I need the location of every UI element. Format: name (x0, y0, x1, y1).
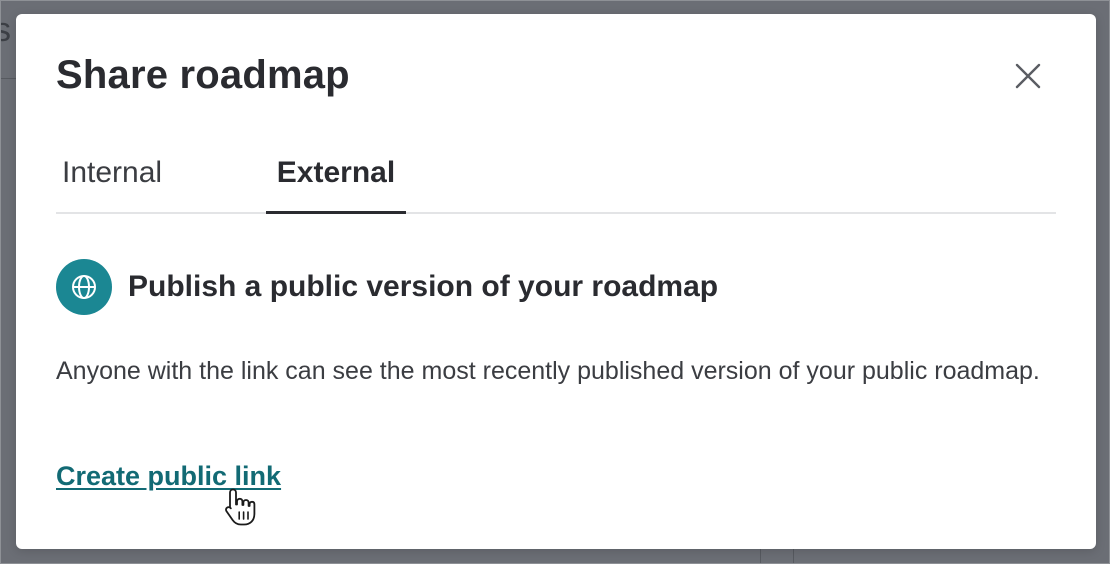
close-button[interactable] (1008, 56, 1048, 96)
share-roadmap-modal: Share roadmap Internal External Publish … (16, 14, 1096, 549)
description-text: Anyone with the link can see the most re… (56, 357, 1040, 385)
background-text-fragment: s (0, 11, 11, 49)
close-icon (1015, 63, 1041, 89)
create-public-link[interactable]: Create public link (56, 458, 281, 494)
background-divider (793, 548, 794, 564)
share-tabs: Internal External (56, 154, 1056, 214)
background-divider (0, 78, 16, 79)
background-divider (760, 548, 761, 564)
tab-external[interactable]: External (266, 154, 406, 214)
tab-internal[interactable]: Internal (62, 154, 202, 212)
modal-title: Share roadmap (56, 53, 350, 97)
section-heading: Publish a public version of your roadmap (128, 270, 719, 303)
globe-icon (56, 259, 112, 315)
